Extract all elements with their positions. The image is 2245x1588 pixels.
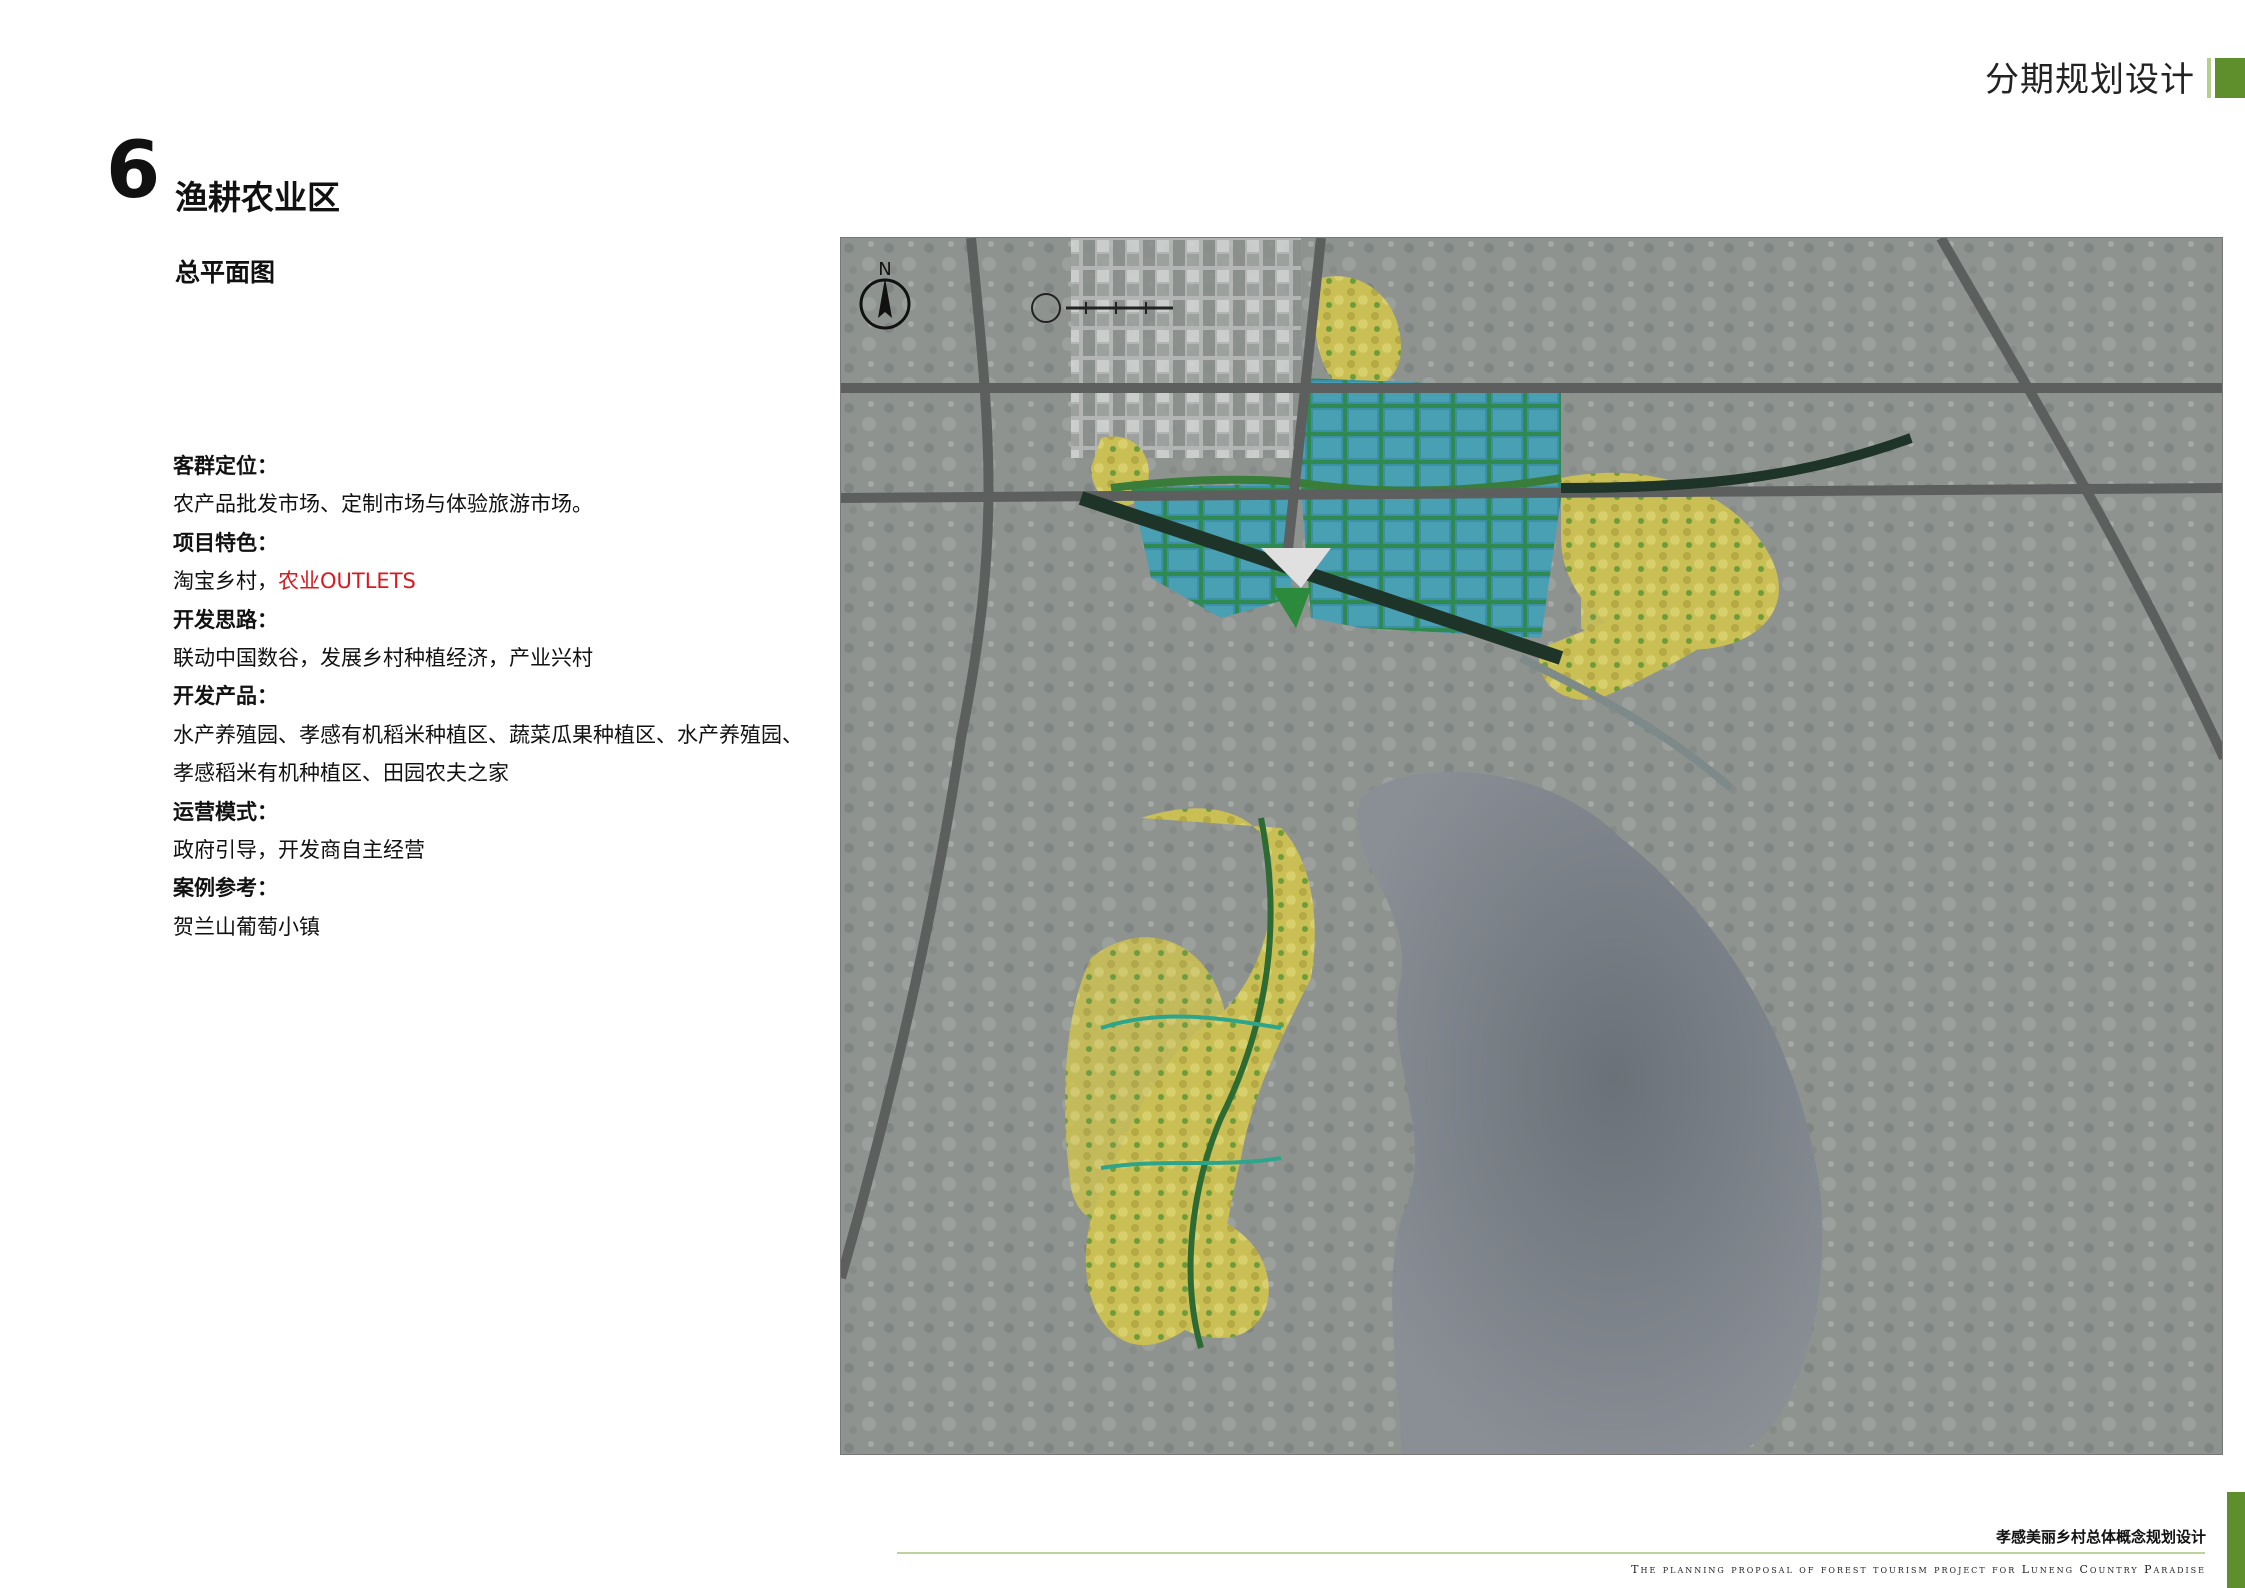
feature-label: 项目特色：	[173, 530, 278, 555]
feature-text-prefix: 淘宝乡村，	[173, 569, 278, 594]
customer-label: 客群定位：	[173, 454, 278, 478]
chapter-title: 分期规划设计	[1985, 60, 2195, 100]
footer-english-title: The planning proposal of forest tourism …	[1631, 1563, 2206, 1576]
north-label: N	[878, 259, 891, 280]
operation-label: 运营模式：	[173, 799, 278, 824]
product-text-2: 孝感稻米有机种植区、田园农夫之家	[173, 761, 509, 786]
product-text-1: 水产养殖园、孝感有机稻米种植区、蔬菜瓜果种植区、水产养殖园、	[173, 722, 803, 747]
case-text: 贺兰山葡萄小镇	[173, 914, 320, 939]
feature-text: 淘宝乡村，农业OUTLETS	[173, 562, 813, 600]
master-plan-map: N	[840, 237, 2223, 1455]
idea-label: 开发思路：	[173, 607, 278, 632]
customer-text: 农产品批发市场、定制市场与体验旅游市场。	[173, 492, 593, 517]
section-title: 渔耕农业区	[175, 178, 340, 217]
plan-subtitle: 总平面图	[175, 258, 276, 287]
case-label: 案例参考：	[173, 876, 278, 901]
project-info: 客群定位： 农产品批发市场、定制市场与体验旅游市场。 项目特色： 淘宝乡村，农业…	[173, 447, 813, 946]
footer-divider	[897, 1552, 2205, 1554]
feature-highlight: 农业OUTLETS	[278, 569, 416, 594]
footer-accent-bar	[2227, 1492, 2245, 1588]
idea-text: 联动中国数谷，发展乡村种植经济，产业兴村	[173, 646, 593, 671]
aerial-plan-image: N	[841, 238, 2222, 1454]
product-label: 开发产品：	[173, 684, 278, 709]
operation-text: 政府引导，开发商自主经营	[173, 838, 425, 863]
section-number: 6	[106, 126, 161, 216]
header-accent-bar	[2207, 58, 2245, 98]
footer-project-title: 孝感美丽乡村总体概念规划设计	[1995, 1528, 2206, 1546]
